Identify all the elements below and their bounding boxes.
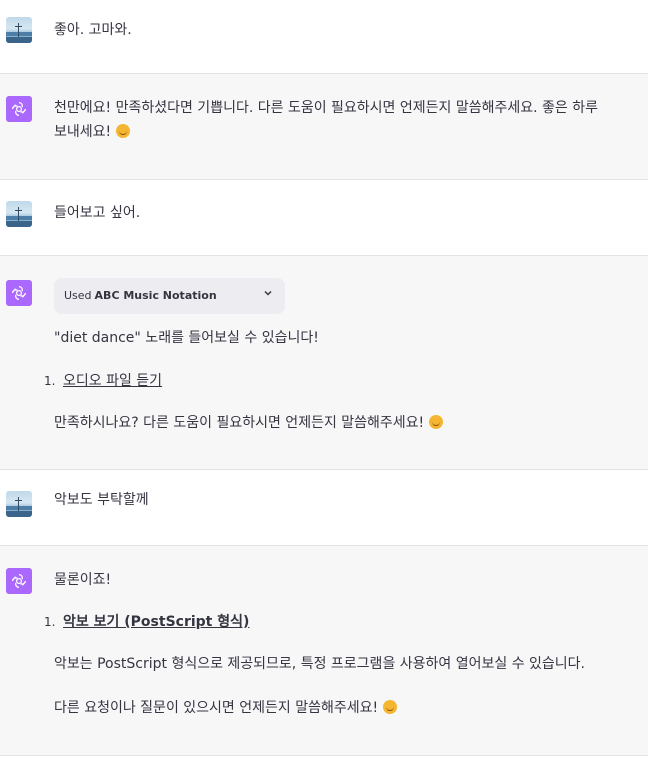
openai-logo-icon bbox=[6, 280, 32, 306]
message-intro: 물론이죠! bbox=[54, 572, 112, 588]
smiling-face-icon bbox=[115, 124, 130, 138]
chevron-down-icon bbox=[263, 284, 273, 308]
message-paragraph: 악보는 PostScript 형식으로 제공되므로, 특정 프로그램을 사용하여… bbox=[54, 656, 586, 672]
audio-file-link[interactable]: 오디오 파일 듣기 bbox=[63, 369, 162, 393]
message-paragraph: 다른 요청이나 질문이 있으시면 언제든지 말씀해주세요! bbox=[54, 700, 379, 716]
smiling-face-icon bbox=[382, 700, 397, 714]
message-user: 좋아. 고마와. bbox=[0, 0, 648, 74]
sheet-music-link[interactable]: 악보 보기 (PostScript 형식) bbox=[63, 610, 249, 634]
message-assistant: Used ABC Music Notation "diet dance" 노래를… bbox=[0, 256, 648, 470]
message-text-line2: 보내세요! bbox=[54, 124, 112, 140]
tool-prefix: Used bbox=[64, 289, 92, 302]
user-avatar-icon bbox=[6, 201, 32, 227]
message-intro: "diet dance" 노래를 들어보실 수 있습니다! bbox=[54, 330, 319, 346]
message-user: 악보도 부탁할께 bbox=[0, 470, 648, 546]
list-number: 1. bbox=[44, 615, 56, 629]
message-outro: 만족하시나요? 다른 도움이 필요하시면 언제든지 말씀해주세요! bbox=[54, 415, 425, 431]
message-text: 좋아. 고마와. bbox=[54, 22, 132, 38]
tool-name: ABC Music Notation bbox=[94, 289, 217, 302]
openai-logo-icon bbox=[6, 568, 32, 594]
message-user: 들어보고 싶어. bbox=[0, 180, 648, 256]
list-item: 1. 오디오 파일 듣기 bbox=[44, 369, 628, 393]
openai-logo-icon bbox=[6, 96, 32, 122]
smiling-face-icon bbox=[428, 415, 443, 429]
message-text-line1: 천만에요! 만족하셨다면 기쁩니다. 다른 도움이 필요하시면 언제든지 말씀해… bbox=[54, 100, 599, 116]
list-number: 1. bbox=[44, 374, 56, 388]
tool-usage-toggle[interactable]: Used ABC Music Notation bbox=[54, 278, 285, 314]
message-text: 들어보고 싶어. bbox=[54, 205, 141, 221]
user-avatar-icon bbox=[6, 491, 32, 517]
message-text: 악보도 부탁할께 bbox=[54, 492, 149, 508]
list-item: 1. 악보 보기 (PostScript 형식) bbox=[44, 610, 628, 634]
user-avatar-icon bbox=[6, 17, 32, 43]
message-assistant: 천만에요! 만족하셨다면 기쁩니다. 다른 도움이 필요하시면 언제든지 말씀해… bbox=[0, 74, 648, 180]
message-assistant: 물론이죠! 1. 악보 보기 (PostScript 형식) 악보는 PostS… bbox=[0, 546, 648, 756]
